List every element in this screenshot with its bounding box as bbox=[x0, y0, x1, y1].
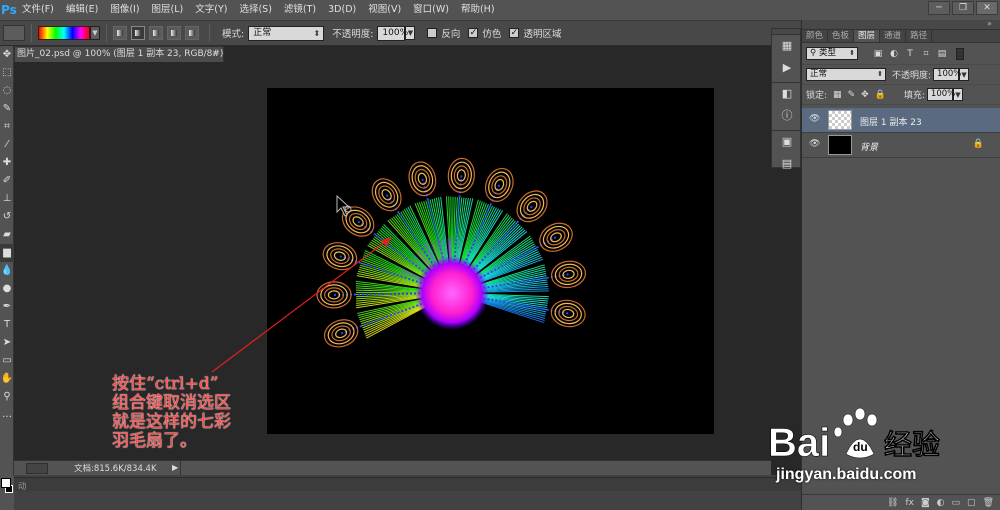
blend-mode-select[interactable]: 正常 ⬍ bbox=[806, 68, 886, 81]
layer-filter-select[interactable]: ⚲ 类型 ⬍ bbox=[806, 47, 858, 60]
watermark-brand: Bai bbox=[768, 421, 830, 465]
smart-object-filter-icon[interactable]: ▤ bbox=[936, 48, 948, 60]
eye-icon[interactable]: 👁 bbox=[809, 114, 820, 124]
lock-all-icon[interactable]: 🔒 bbox=[875, 90, 886, 100]
fx-icon[interactable]: fx bbox=[905, 498, 914, 508]
panel-header: » bbox=[802, 20, 1000, 30]
tab-swatches[interactable]: 色板 bbox=[828, 30, 854, 42]
chevron-down-icon: ⬍ bbox=[849, 48, 855, 59]
lock-transparent-icon[interactable]: ▦ bbox=[833, 90, 842, 100]
tab-paths[interactable]: 路径 bbox=[906, 30, 932, 42]
tab-layers[interactable]: 图层 bbox=[854, 30, 880, 42]
lock-image-icon[interactable]: ✎ bbox=[848, 90, 856, 100]
fill-value: 100% bbox=[931, 89, 955, 99]
layer-row[interactable]: 👁 背景 🔒 bbox=[802, 133, 1000, 158]
annotation-line-4: 羽毛扇了。 bbox=[112, 432, 272, 451]
panel-icon-strip: ▦ ▶ ◧ ⓘ ▣ ▤ bbox=[771, 28, 801, 168]
collapse-icon[interactable]: » bbox=[987, 19, 992, 28]
pixel-filter-icon[interactable]: ▣ bbox=[872, 48, 884, 60]
fill-input[interactable]: 100% bbox=[927, 88, 953, 101]
adjustments-panel-icon[interactable]: ◧ bbox=[772, 83, 802, 105]
tab-color[interactable]: 颜色 bbox=[802, 30, 828, 42]
window-controls: ─ ❐ ✕ bbox=[928, 1, 998, 15]
info-panel-icon[interactable]: ⓘ bbox=[772, 105, 802, 127]
layer-opacity-value: 100% bbox=[937, 69, 961, 79]
document-size-info: 文档:815.6K/834.4K bbox=[74, 462, 157, 474]
annotation-line-1: 按住“ctrl+d” bbox=[112, 375, 272, 394]
restore-button[interactable]: ❐ bbox=[952, 1, 974, 15]
annotation-line-2: 组合键取消选区 bbox=[112, 394, 272, 413]
filter-toggle[interactable] bbox=[956, 48, 964, 60]
status-bar: 文档:815.6K/834.4K ▶ bbox=[14, 460, 771, 475]
panel-tabs: 颜色 色板 图层 通道 路径 bbox=[802, 30, 1000, 43]
paw-letters: du bbox=[853, 440, 868, 454]
adjustment-layer-icon[interactable]: ◐ bbox=[937, 498, 945, 508]
timeline-strip: 动 bbox=[14, 475, 801, 510]
link-icon[interactable]: ⛓ bbox=[887, 498, 898, 508]
fill-label: 填充: bbox=[904, 88, 925, 101]
paw-icon: du bbox=[834, 408, 877, 458]
history-panel-icon[interactable]: ▦ bbox=[772, 35, 802, 57]
adjustment-filter-icon[interactable]: ◐ bbox=[888, 48, 900, 60]
layer-opacity-label: 不透明度: bbox=[892, 68, 931, 81]
blend-row: 正常 ⬍ 不透明度: 100% ▼ bbox=[802, 65, 1000, 85]
tab-channels[interactable]: 通道 bbox=[880, 30, 906, 42]
close-button[interactable]: ✕ bbox=[976, 1, 998, 15]
layer-thumbnail bbox=[828, 135, 852, 155]
zoom-field[interactable] bbox=[26, 463, 48, 474]
timeline-label: 动 bbox=[18, 480, 27, 492]
notes-panel-icon[interactable]: ▤ bbox=[772, 153, 802, 175]
brush-presets-panel-icon[interactable]: ▣ bbox=[772, 131, 802, 153]
layer-opacity-input[interactable]: 100% bbox=[933, 68, 959, 81]
new-layer-icon[interactable]: ▢ bbox=[967, 498, 976, 508]
divider bbox=[180, 461, 181, 476]
layer-name: 背景 bbox=[860, 140, 878, 153]
eye-icon[interactable]: 👁 bbox=[809, 139, 820, 149]
type-filter-icon[interactable]: T bbox=[904, 48, 916, 60]
layers-panel-footer: ⛓ fx ◙ ◐ ▭ ▢ 🗑 bbox=[802, 494, 1000, 510]
foreground-color-swatch[interactable] bbox=[1, 478, 11, 488]
group-icon[interactable]: ▭ bbox=[952, 498, 961, 508]
chevron-down-icon: ⬍ bbox=[877, 69, 883, 80]
lock-position-icon[interactable]: ✥ bbox=[861, 90, 869, 100]
mask-icon[interactable]: ◙ bbox=[921, 498, 930, 508]
shape-filter-icon[interactable]: ⌗ bbox=[920, 48, 932, 60]
watermark-url: jingyan.baidu.com bbox=[776, 466, 916, 484]
blend-mode-value: 正常 bbox=[810, 69, 827, 79]
minimize-button[interactable]: ─ bbox=[928, 1, 950, 15]
color-swatches bbox=[0, 476, 14, 510]
search-icon: ⚲ bbox=[810, 48, 819, 58]
layer-row[interactable]: 👁 图层 1 副本 23 bbox=[802, 108, 1000, 133]
layer-filter-row: ⚲ 类型 ⬍ ▣ ◐ T ⌗ ▤ bbox=[802, 43, 1000, 65]
lock-row: 锁定: ▦ ✎ ✥ 🔒 填充: 100% ▼ bbox=[802, 85, 1000, 105]
arrow-line bbox=[212, 242, 385, 372]
actions-panel-icon[interactable]: ▶ bbox=[772, 57, 802, 79]
annotation-text: 按住“ctrl+d” 组合键取消选区 就是这样的七彩 羽毛扇了。 bbox=[112, 375, 272, 451]
watermark-suffix: 经验 bbox=[884, 428, 940, 461]
layer-thumbnail bbox=[828, 110, 852, 130]
arrow-head-icon bbox=[381, 237, 392, 247]
layer-filter-value: 类型 bbox=[819, 48, 836, 58]
layer-name: 图层 1 副本 23 bbox=[860, 115, 922, 128]
lock-icon: 🔒 bbox=[973, 139, 984, 149]
timeline-bar[interactable]: 动 bbox=[14, 477, 801, 491]
lock-label: 锁定: bbox=[806, 88, 827, 101]
annotation-line-3: 就是这样的七彩 bbox=[112, 413, 272, 432]
trash-icon[interactable]: 🗑 bbox=[983, 498, 994, 508]
status-menu-arrow-icon[interactable]: ▶ bbox=[172, 463, 178, 472]
